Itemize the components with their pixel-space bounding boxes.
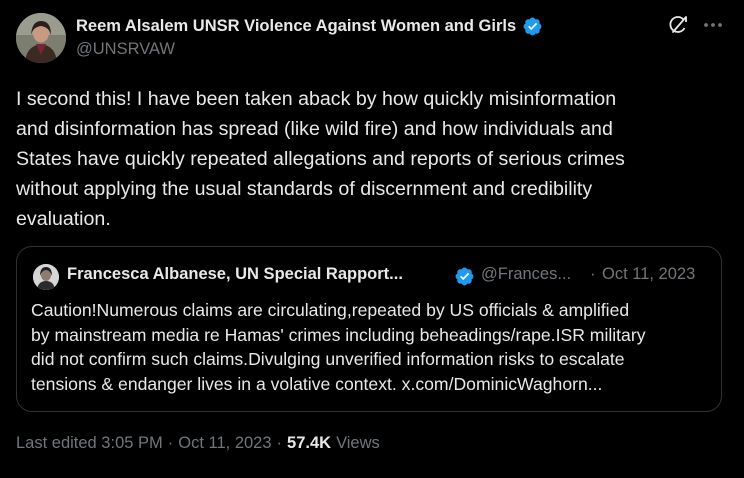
verified-badge-icon (523, 17, 542, 35)
quoted-author-handle[interactable]: @Frances... (481, 265, 571, 284)
tweet-meta: Last edited 3:05 PM · Oct 11, 2023 · 57.… (16, 434, 380, 453)
tweet-date-link[interactable]: Oct 11, 2023 (178, 434, 271, 453)
quoted-tweet-card[interactable]: Francesca Albanese, UN Special Rapport..… (16, 246, 722, 412)
quoted-author-avatar[interactable] (33, 264, 59, 290)
tweet-text: I second this! I have been taken aback b… (16, 88, 625, 230)
quoted-tweet-text: Caution!Numerous claims are circulating,… (31, 300, 646, 394)
grok-icon[interactable] (666, 13, 690, 37)
meta-separator: · (276, 434, 283, 452)
author-handle[interactable]: @UNSRVAW (76, 40, 175, 59)
quoted-separator: · (590, 265, 596, 283)
quoted-date[interactable]: Oct 11, 2023 (602, 265, 695, 284)
tweet[interactable]: Reem Alsalem UNSR Violence Against Women… (0, 0, 744, 478)
views-count[interactable]: 57.4K (287, 434, 331, 453)
verified-badge-icon (455, 267, 474, 286)
author-avatar[interactable] (16, 13, 66, 63)
more-horizontal-icon[interactable] (702, 13, 724, 37)
meta-separator: · (167, 434, 174, 452)
author-name[interactable]: Reem Alsalem UNSR Violence Against Women… (76, 17, 516, 36)
views-label: Views (336, 434, 380, 452)
quoted-author-name[interactable]: Francesca Albanese, UN Special Rapport..… (67, 265, 403, 284)
edited-timestamp-link[interactable]: Last edited 3:05 PM (16, 434, 163, 453)
